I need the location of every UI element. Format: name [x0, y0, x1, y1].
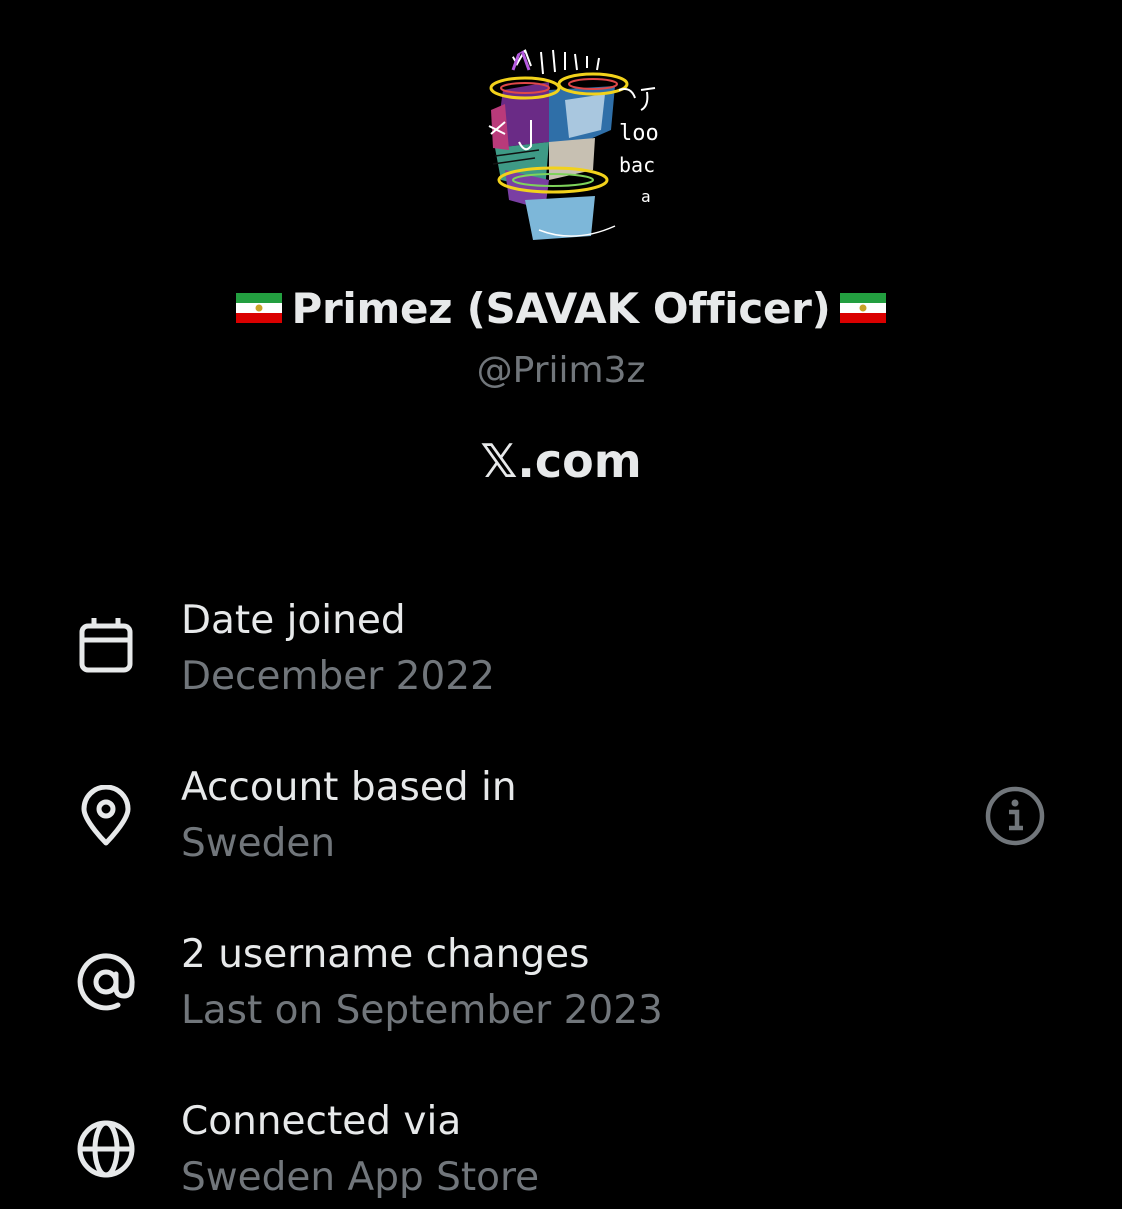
- about-row-username-changes: 2 username changes Last on September 202…: [0, 932, 1122, 1042]
- profile-avatar[interactable]: loo bac a: [465, 30, 695, 252]
- row-value: Sweden App Store: [181, 1155, 540, 1200]
- row-title: Connected via: [181, 1099, 462, 1144]
- display-name-text: Primez (SAVAK Officer): [291, 284, 831, 333]
- info-icon[interactable]: [984, 785, 1046, 847]
- row-title: Date joined: [181, 598, 406, 643]
- globe-icon: [77, 1120, 135, 1178]
- row-title: Account based in: [181, 765, 517, 810]
- about-row-connected-via: Connected via Sweden App Store: [0, 1099, 1122, 1209]
- about-row-date-joined: Date joined December 2022: [0, 598, 1122, 708]
- iran-flag-icon: [235, 292, 282, 323]
- avatar-scribble-text-2: bac: [619, 153, 655, 177]
- display-name: Primez (SAVAK Officer): [0, 284, 1122, 333]
- row-title: 2 username changes: [181, 932, 590, 977]
- avatar-scribble-text-3: a: [641, 187, 651, 206]
- row-value: December 2022: [181, 654, 495, 699]
- site-label: 𝕏.com: [480, 434, 642, 488]
- about-row-account-based-in: Account based in Sweden: [0, 765, 1122, 875]
- username-handle: @Priim3z: [476, 350, 646, 391]
- iran-flag-icon: [840, 292, 887, 323]
- avatar-scribble-text-1: loo: [619, 121, 659, 146]
- calendar-icon: [79, 618, 133, 673]
- row-value: Sweden: [181, 821, 336, 866]
- row-value: Last on September 2023: [181, 988, 663, 1033]
- location-pin-icon: [81, 785, 131, 846]
- at-sign-icon: [77, 953, 135, 1011]
